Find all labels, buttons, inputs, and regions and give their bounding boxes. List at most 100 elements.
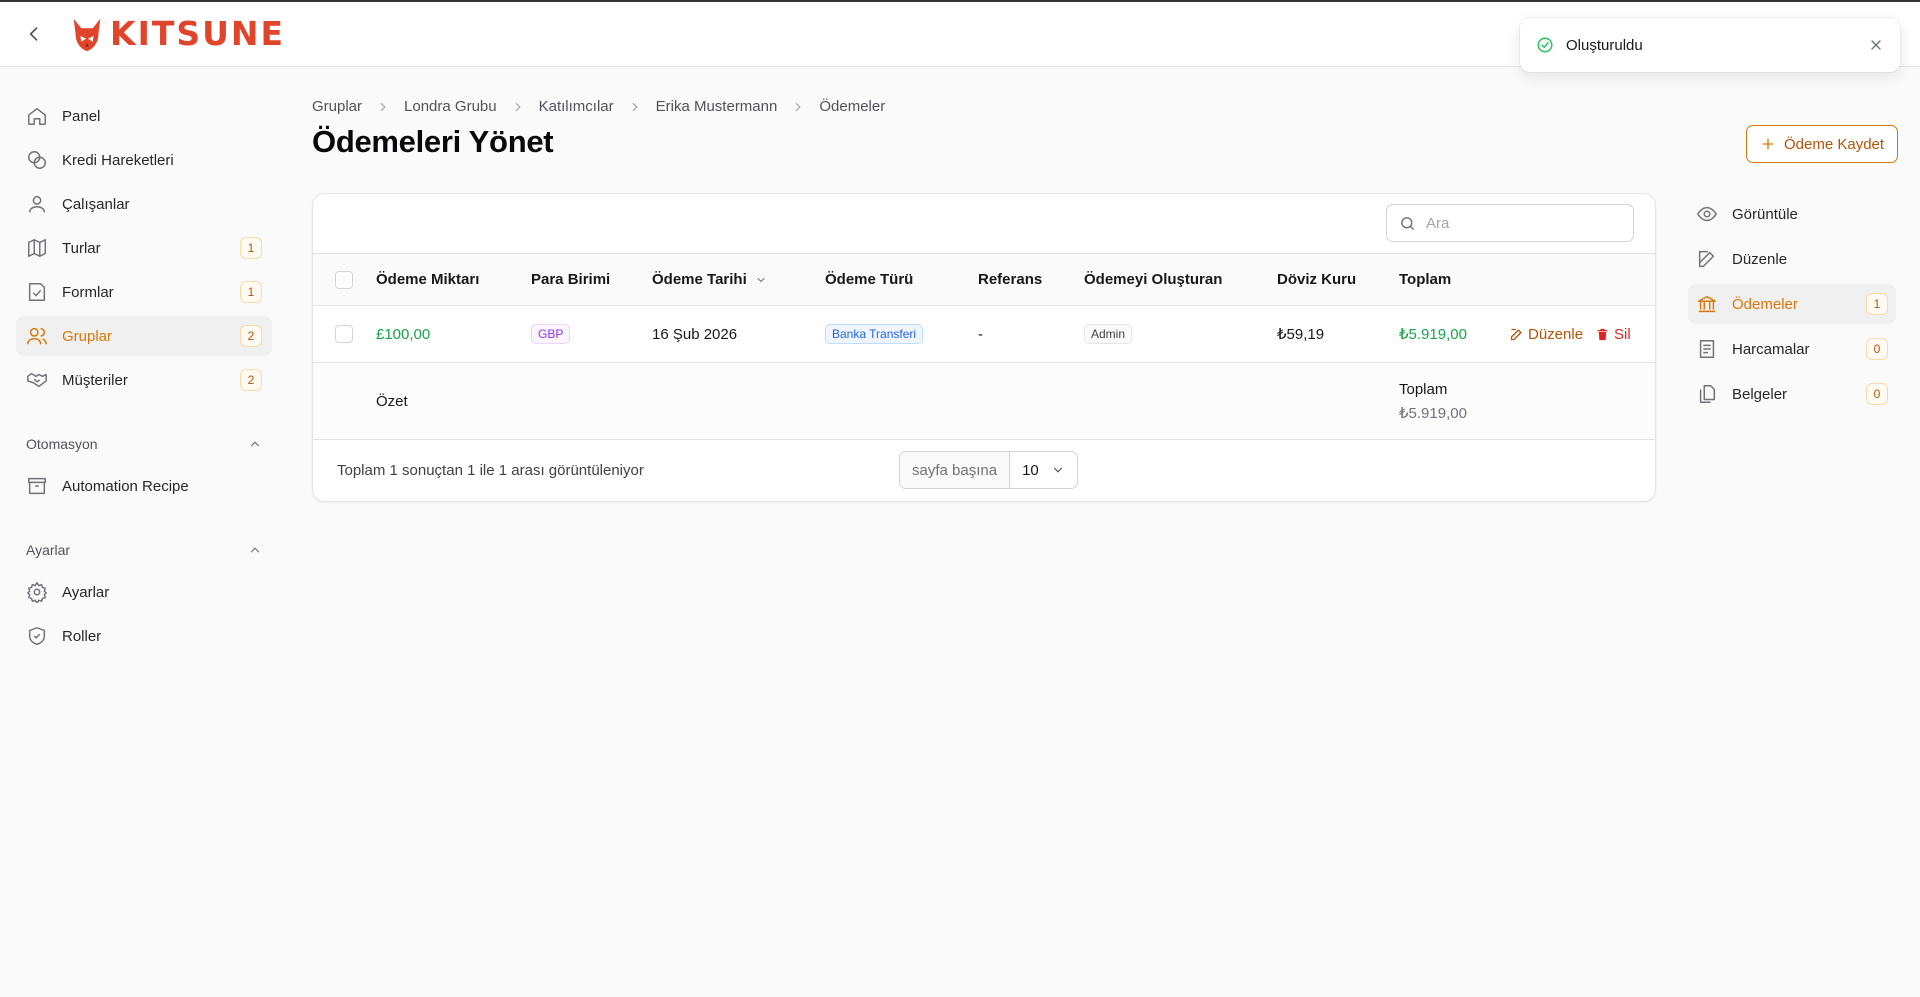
sidebar-item-label: Roller — [62, 627, 102, 645]
summary-label: Özet — [376, 392, 408, 410]
receipt-icon — [1696, 338, 1718, 360]
sidebar-item-customers[interactable]: Müşteriler 2 — [16, 360, 272, 400]
summary-total: Toplam ₺5.919,00 — [1399, 381, 1467, 422]
delete-row-label: Sil — [1614, 325, 1631, 343]
breadcrumb-item[interactable]: Katılımcılar — [539, 98, 614, 115]
edit-icon — [1509, 327, 1524, 342]
subnav-item-expenses[interactable]: Harcamalar 0 — [1688, 329, 1896, 369]
fox-logo-icon — [68, 15, 106, 53]
edit-icon — [1696, 248, 1718, 270]
user-icon — [26, 193, 48, 215]
summary-row: Özet Toplam ₺5.919,00 — [313, 363, 1655, 440]
nav-group-settings: Ayarlar Ayarlar Roller — [16, 534, 272, 656]
edit-row-button[interactable]: Düzenle — [1509, 326, 1583, 343]
column-header[interactable]: Toplam — [1399, 254, 1451, 305]
subnav-item-view[interactable]: Görüntüle — [1688, 194, 1896, 234]
sidebar-item-label: Turlar — [62, 239, 101, 257]
bank-icon — [1696, 293, 1718, 315]
select-all-cell — [335, 254, 353, 305]
per-page-select[interactable]: 10 — [1010, 452, 1077, 488]
sidebar-item-automation-recipe[interactable]: Automation Recipe — [16, 466, 272, 506]
subnav-item-edit[interactable]: Düzenle — [1688, 239, 1896, 279]
payment-type-badge: Banka Transferi — [825, 324, 924, 344]
date-cell: 16 Şub 2026 — [652, 325, 738, 343]
chevron-down-icon — [755, 274, 767, 286]
sidebar-item-forms[interactable]: Formlar 1 — [16, 272, 272, 312]
sidebar-item-panel[interactable]: Panel — [16, 96, 272, 136]
close-icon[interactable] — [1868, 37, 1884, 53]
edit-row-label: Düzenle — [1528, 325, 1584, 343]
currency-badge: GBP — [531, 324, 571, 344]
chevron-right-icon — [791, 100, 805, 114]
sidebar-item-credit-transactions[interactable]: Kredi Hareketleri — [16, 140, 272, 180]
count-badge: 0 — [1866, 338, 1888, 360]
subnav-item-label: Ödemeler — [1732, 295, 1798, 313]
brand-name: KITSUNE — [110, 14, 286, 53]
subnav-item-label: Harcamalar — [1732, 340, 1810, 358]
sidebar-item-label: Müşteriler — [62, 371, 128, 389]
sidebar-item-employees[interactable]: Çalışanlar — [16, 184, 272, 224]
table-header-row: Ödeme Miktarı Para Birimi Ödeme Tarihi Ö… — [313, 254, 1655, 306]
record-subnav: Görüntüle Düzenle Ödemeler 1 Harcamalar … — [1688, 194, 1896, 419]
count-badge: 1 — [1866, 293, 1888, 315]
column-header-sortable[interactable]: Ödeme Tarihi — [652, 254, 767, 305]
subnav-item-label: Belgeler — [1732, 385, 1788, 403]
search-box — [1386, 204, 1634, 242]
breadcrumb: Gruplar Londra Grubu Katılımcılar Erika … — [312, 98, 885, 115]
page-title: Ödemeleri Yönet — [312, 124, 554, 159]
group-title: Otomasyon — [26, 436, 98, 452]
gear-icon — [26, 581, 48, 603]
record-payment-label: Ödeme Kaydet — [1784, 135, 1885, 153]
column-header[interactable]: Ödemeyi Oluşturan — [1084, 254, 1222, 305]
breadcrumb-item[interactable]: Gruplar — [312, 98, 362, 115]
box-icon — [26, 475, 48, 497]
subnav-item-payments[interactable]: Ödemeler 1 — [1688, 284, 1896, 324]
form-icon — [26, 281, 48, 303]
summary-total-value: ₺5.919,00 — [1399, 405, 1467, 422]
per-page-label: sayfa başına — [900, 452, 1011, 488]
column-header[interactable]: Referans — [978, 254, 1042, 305]
column-header-label: Ödeme Tarihi — [652, 271, 747, 288]
column-header[interactable]: Para Birimi — [531, 254, 610, 305]
row-select-cell — [335, 306, 353, 362]
sidebar-item-label: Gruplar — [62, 327, 113, 345]
rate-cell: ₺59,19 — [1277, 326, 1325, 343]
count-badge: 1 — [240, 237, 262, 259]
sidebar-item-settings[interactable]: Ayarlar — [16, 572, 272, 612]
row-checkbox[interactable] — [335, 325, 353, 343]
back-arrow-icon[interactable] — [24, 24, 44, 44]
search-input[interactable] — [1426, 214, 1616, 232]
column-header[interactable]: Ödeme Türü — [825, 254, 913, 305]
sidebar-item-label: Automation Recipe — [62, 477, 189, 495]
group-toggle-settings[interactable]: Ayarlar — [16, 534, 272, 566]
group-title: Ayarlar — [26, 542, 71, 558]
total-cell: ₺5.919,00 — [1399, 326, 1467, 343]
group-toggle-automation[interactable]: Otomasyon — [16, 428, 272, 460]
sidebar-item-tours[interactable]: Turlar 1 — [16, 228, 272, 268]
subnav-item-label: Görüntüle — [1732, 205, 1798, 223]
subnav-item-documents[interactable]: Belgeler 0 — [1688, 374, 1896, 414]
breadcrumb-item[interactable]: Londra Grubu — [404, 98, 497, 115]
brand-logo[interactable]: KITSUNE — [68, 14, 285, 54]
sidebar-item-roles[interactable]: Roller — [16, 616, 272, 656]
column-header[interactable]: Döviz Kuru — [1277, 254, 1356, 305]
eye-icon — [1696, 203, 1718, 225]
subnav-item-label: Düzenle — [1732, 250, 1788, 268]
creator-cell: Admin — [1084, 306, 1133, 362]
breadcrumb-item[interactable]: Erika Mustermann — [656, 98, 778, 115]
sidebar-item-label: Formlar — [62, 283, 114, 301]
documents-icon — [1696, 383, 1718, 405]
table-row: £100,00 GBP 16 Şub 2026 Banka Transferi … — [313, 306, 1655, 363]
check-circle-icon — [1536, 36, 1554, 54]
column-header[interactable]: Ödeme Miktarı — [376, 254, 479, 305]
shield-icon — [26, 625, 48, 647]
record-payment-button[interactable]: Ödeme Kaydet — [1746, 125, 1899, 163]
sidebar-item-groups[interactable]: Gruplar 2 — [16, 316, 272, 356]
actions-cell: Düzenle Sil — [1509, 306, 1631, 362]
sidebar-item-label: Çalışanlar — [62, 195, 130, 213]
table-toolbar — [313, 194, 1655, 254]
select-all-checkbox[interactable] — [335, 270, 353, 289]
chevron-right-icon — [511, 100, 525, 114]
delete-row-button[interactable]: Sil — [1595, 326, 1631, 343]
trash-icon — [1595, 327, 1610, 342]
